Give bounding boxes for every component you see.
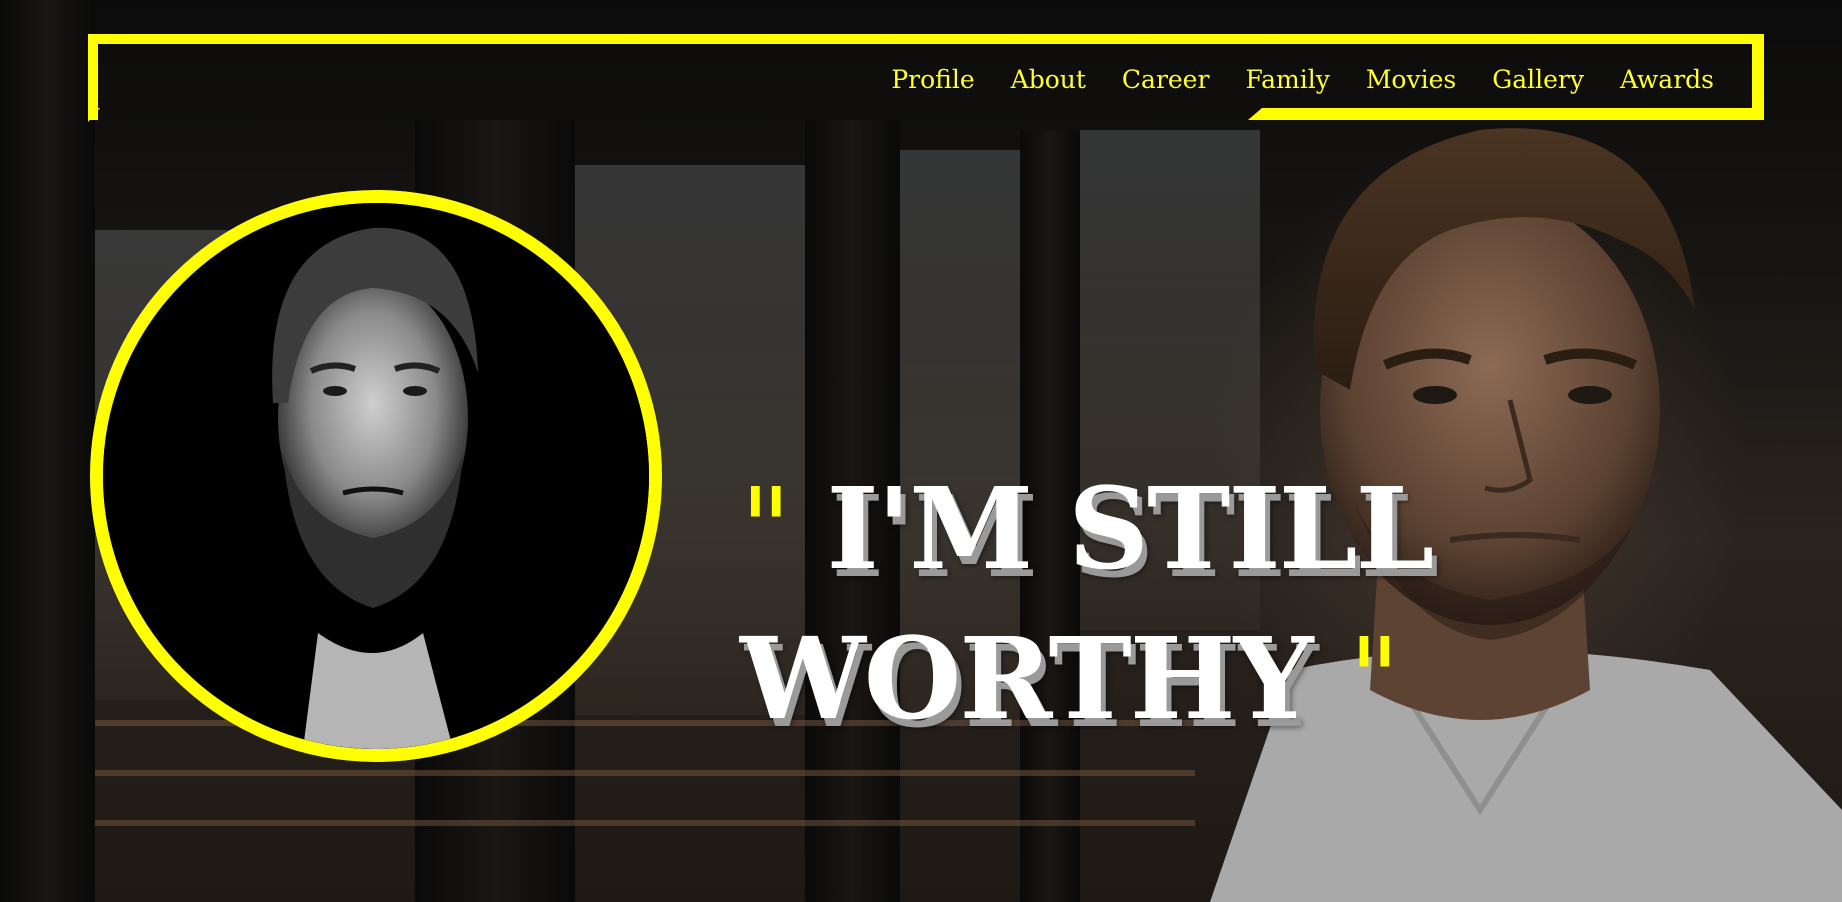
nav-link-gallery[interactable]: Gallery bbox=[1474, 62, 1602, 98]
quote-text-line2: WORTHY bbox=[740, 614, 1314, 745]
quote-open-mark: " bbox=[740, 465, 791, 595]
quote-line-1: " I'M STILL bbox=[740, 455, 1500, 605]
bg-rail bbox=[95, 770, 1195, 776]
nav-link-profile[interactable]: Profile bbox=[873, 62, 992, 98]
hero-section: Profile About Career Family Movies Galle… bbox=[0, 0, 1842, 902]
main-nav: Profile About Career Family Movies Galle… bbox=[873, 62, 1732, 98]
nav-frame-border-bottom bbox=[1248, 108, 1764, 120]
nav-link-family[interactable]: Family bbox=[1227, 62, 1347, 98]
nav-link-career[interactable]: Career bbox=[1104, 62, 1228, 98]
nav-frame-border-right bbox=[1752, 34, 1764, 120]
bg-rail bbox=[95, 820, 1195, 826]
nav-link-awards[interactable]: Awards bbox=[1602, 62, 1732, 98]
bg-pillar bbox=[0, 0, 95, 902]
hero-quote: " I'M STILL WORTHY " bbox=[740, 455, 1500, 755]
quote-text-line1: I'M STILL bbox=[826, 464, 1435, 595]
nav-link-movies[interactable]: Movies bbox=[1348, 62, 1474, 98]
nav-link-about[interactable]: About bbox=[993, 62, 1104, 98]
portrait-photo bbox=[103, 203, 649, 749]
quote-close-mark: " bbox=[1348, 615, 1400, 745]
quote-line-2: WORTHY " bbox=[740, 605, 1500, 755]
profile-portrait bbox=[90, 190, 662, 762]
